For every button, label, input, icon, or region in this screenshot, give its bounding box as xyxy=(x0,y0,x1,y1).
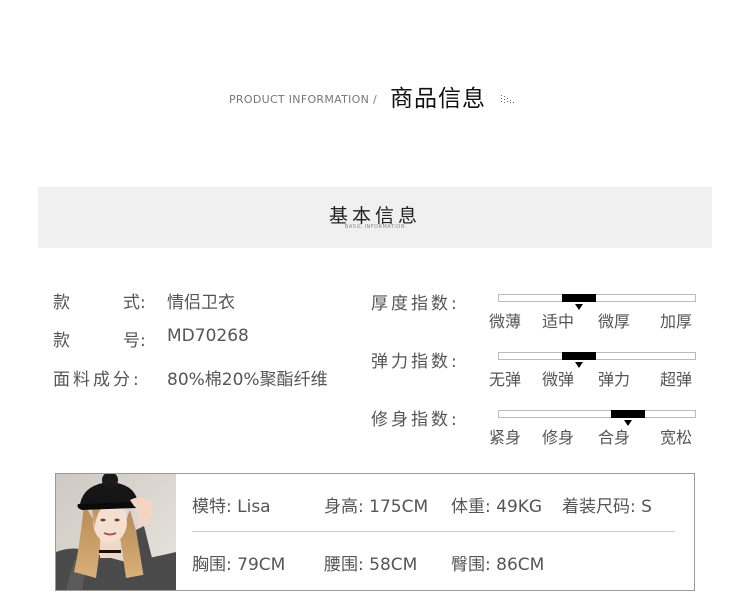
index-track xyxy=(498,410,696,426)
model-chest: 胸围: 79CM xyxy=(192,555,286,575)
index-indicator xyxy=(611,410,645,418)
index-track xyxy=(498,294,696,310)
attr-material-value: 80%棉20%聚酯纤维 xyxy=(167,370,328,390)
index-option: 微厚 xyxy=(598,312,631,331)
index-option: 紧身 xyxy=(489,428,522,447)
index-option: 微薄 xyxy=(489,312,522,331)
basic-info-banner: 基本信息 BASIC INFORMATION xyxy=(38,187,712,248)
index-marker-icon xyxy=(575,304,583,310)
index-option: 合身 xyxy=(598,428,631,447)
index-option: 无弹 xyxy=(489,370,522,389)
dots-decoration-icon xyxy=(501,95,514,103)
attr-model-number-value: MD70268 xyxy=(167,326,249,346)
header-english: PRODUCT INFORMATION / xyxy=(229,93,377,106)
basic-info-subtitle: BASIC INFORMATION xyxy=(344,224,406,230)
model-divider xyxy=(192,531,675,532)
model-height: 身高: 175CM xyxy=(324,497,429,517)
index-name: 修身指数: xyxy=(371,410,460,430)
index-option: 加厚 xyxy=(660,312,693,331)
index-option: 修身 xyxy=(542,428,575,447)
attr-label-char: 式: xyxy=(123,293,146,313)
index-option: 宽松 xyxy=(660,428,693,447)
index-option: 弹力 xyxy=(598,370,631,389)
index-option: 适中 xyxy=(542,312,575,331)
model-hip: 臀围: 86CM xyxy=(451,555,545,575)
thickness-index: 厚度指数: 微薄 适中 微厚 加厚 xyxy=(371,289,701,345)
elasticity-index: 弹力指数: 无弹 微弹 弹力 超弹 xyxy=(371,347,701,403)
attr-label-char: 面料成分: xyxy=(53,370,142,390)
model-weight: 体重: 49KG xyxy=(451,497,543,517)
index-marker-icon xyxy=(575,362,583,368)
attr-style-value: 情侣卫衣 xyxy=(167,293,235,313)
section-header: PRODUCT INFORMATION / 商品信息 xyxy=(0,76,750,116)
model-info-box: 模特: Lisa 身高: 175CM 体重: 49KG 着装尺码: S 胸围: … xyxy=(55,473,695,591)
model-size: 着装尺码: S xyxy=(562,497,652,517)
index-option: 超弹 xyxy=(660,370,693,389)
attr-label-char: 款 xyxy=(53,331,70,351)
attr-label-char: 款 xyxy=(53,293,70,313)
header-title: 商品信息 xyxy=(390,86,486,112)
index-indicator xyxy=(562,294,596,302)
attr-label-char: 号: xyxy=(123,331,146,351)
index-option: 微弹 xyxy=(542,370,575,389)
model-name: 模特: Lisa xyxy=(192,497,271,517)
index-name: 弹力指数: xyxy=(371,352,460,372)
model-photo xyxy=(56,474,176,590)
model-photo-illustration xyxy=(56,474,176,590)
index-indicator xyxy=(562,352,596,360)
fit-index: 修身指数: 紧身 修身 合身 宽松 xyxy=(371,405,701,461)
index-name: 厚度指数: xyxy=(371,294,460,314)
model-waist: 腰围: 58CM xyxy=(324,555,418,575)
index-track xyxy=(498,352,696,368)
